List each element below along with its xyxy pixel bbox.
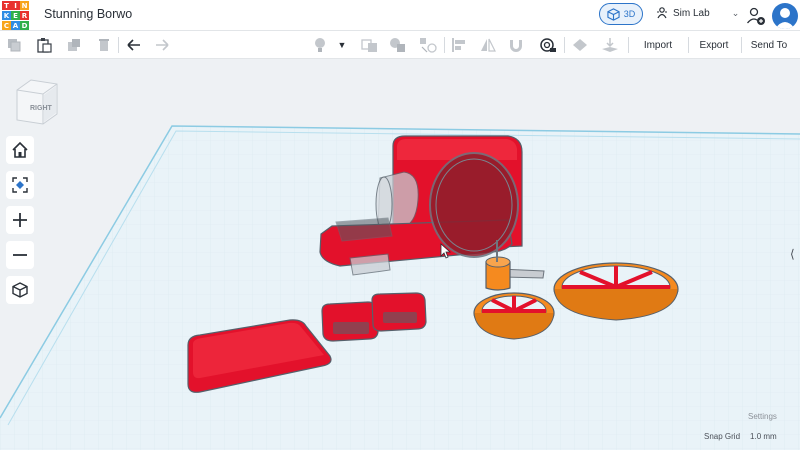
tinkercad-logo[interactable]: TINKERCAD (2, 1, 30, 30)
plus-icon (13, 213, 27, 227)
send-to-button[interactable]: Send To (746, 35, 792, 55)
snap-grid-label: Snap Grid (704, 432, 741, 441)
toolbar-divider (741, 37, 742, 53)
magnet-icon (510, 40, 522, 52)
toolbar-divider (628, 37, 629, 53)
settings-link[interactable]: Settings (748, 412, 777, 421)
mirror-icon (481, 38, 496, 52)
toolbar-divider (688, 37, 689, 53)
view-cube-icon: RIGHT (16, 79, 58, 125)
minus-icon (13, 254, 27, 256)
magnet-button[interactable] (506, 35, 526, 55)
note-icon (573, 39, 587, 51)
view-3d-label: 3D (623, 9, 636, 19)
trash-icon (99, 39, 109, 51)
collapse-panel-chevron-icon[interactable]: ⟨ (790, 247, 795, 261)
logo-letter: C (2, 21, 11, 30)
ruler-button[interactable] (538, 35, 558, 55)
logo-letter: T (2, 1, 11, 10)
user-icon (775, 8, 795, 29)
copy-icon (8, 39, 21, 52)
delete-button[interactable] (94, 35, 114, 55)
ruler-icon (540, 38, 556, 52)
toolbar-divider (564, 37, 565, 53)
glass-slot-left (333, 322, 369, 334)
toolbar-divider (118, 37, 119, 53)
cube-icon (607, 7, 620, 21)
red-battery-left[interactable] (321, 301, 379, 342)
copy-button[interactable] (4, 35, 24, 55)
redo-icon (156, 39, 169, 51)
duplicate-button[interactable] (64, 35, 84, 55)
align-icon (452, 38, 465, 52)
duplicate-icon (68, 39, 80, 51)
add-user-icon (746, 7, 765, 25)
logo-letter: R (20, 11, 29, 20)
align-button[interactable] (450, 35, 470, 55)
view-cube-face-label: RIGHT (30, 105, 53, 112)
light-dropdown-button[interactable]: ▼ (334, 35, 350, 55)
add-user-button[interactable] (746, 6, 766, 31)
light-bulb-button[interactable] (310, 35, 330, 55)
fit-view-button[interactable] (6, 171, 34, 199)
ungroup-icon (390, 38, 405, 52)
zoom-out-button[interactable] (6, 241, 34, 269)
import-button[interactable]: Import (634, 35, 682, 55)
group-icon (361, 39, 377, 52)
home-view-button[interactable] (6, 136, 34, 164)
paste-icon (37, 38, 52, 53)
avatar[interactable] (772, 3, 798, 29)
snap-grid-value[interactable]: 1.0 mm (750, 432, 777, 441)
cruise-icon (420, 38, 437, 53)
app-header: TINKERCAD Stunning Borwo 3D Sim Lab ⌄ (0, 0, 800, 31)
logo-letter: I (11, 1, 20, 10)
mirror-button[interactable] (478, 35, 498, 55)
group-button[interactable] (360, 35, 380, 55)
workplane-viewport[interactable] (0, 58, 800, 450)
toolbar-divider (444, 37, 445, 53)
workplane-button[interactable] (600, 35, 620, 55)
sim-lab-menu[interactable]: Sim Lab ⌄ (655, 6, 739, 20)
sim-lab-icon (657, 7, 667, 19)
chevron-down-icon: ⌄ (731, 7, 740, 18)
logo-letter: A (11, 21, 20, 30)
fit-view-icon (12, 177, 28, 193)
logo-letter: K (2, 11, 11, 20)
perspective-cube-icon (12, 282, 28, 298)
logo-letter: E (11, 11, 20, 20)
zoom-in-button[interactable] (6, 206, 34, 234)
home-icon (12, 141, 28, 158)
ungroup-button[interactable] (388, 35, 408, 55)
sim-lab-label: Sim Lab (673, 7, 710, 19)
paste-button[interactable] (34, 35, 54, 55)
snap-grid-control[interactable]: Snap Grid 1.0 mm (704, 432, 777, 441)
redo-button[interactable] (152, 35, 172, 55)
light-bulb-icon (315, 38, 325, 52)
logo-letter: N (20, 1, 29, 10)
glass-window-shape[interactable] (429, 152, 519, 258)
glass-slot-right (383, 312, 417, 323)
design-title[interactable]: Stunning Borwo (44, 7, 132, 21)
export-button[interactable]: Export (692, 35, 736, 55)
caret-down-icon: ▼ (337, 40, 347, 50)
note-button[interactable] (570, 35, 590, 55)
undo-icon (127, 39, 140, 51)
logo-letter: D (20, 21, 29, 30)
cruise-button[interactable] (418, 35, 438, 55)
workplane-icon (602, 38, 618, 52)
projection-button[interactable] (6, 276, 34, 304)
view-3d-button[interactable]: 3D (599, 3, 643, 25)
edit-toolbar: ▼ Import Export Send To (0, 31, 800, 59)
view-cube[interactable]: RIGHT (14, 74, 60, 133)
undo-button[interactable] (124, 35, 144, 55)
